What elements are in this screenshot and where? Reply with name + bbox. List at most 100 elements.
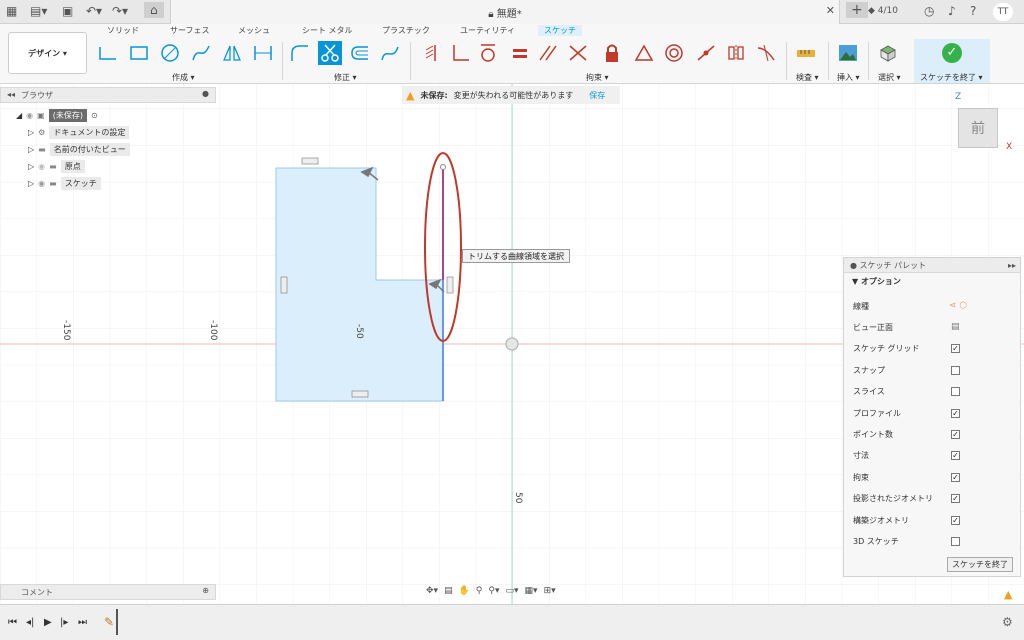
palette-row[interactable]: プロファイル ✓ [853, 406, 1013, 420]
redo-icon[interactable]: ↷▾ [112, 4, 128, 18]
viewcube[interactable]: 前 [958, 108, 998, 148]
circle-tool-icon[interactable] [158, 41, 182, 65]
play-icon[interactable]: ▶ [44, 617, 52, 628]
expand-icon[interactable]: ◢ [16, 111, 22, 120]
tree-item-document-settings[interactable]: ▷ ⚙ ドキュメントの設定 [28, 125, 130, 139]
palette-minimize-icon[interactable]: ● [850, 261, 860, 270]
modify-group-label[interactable]: 修正 ▾ [334, 72, 357, 83]
palette-row[interactable]: 投影されたジオメトリ ✓ [853, 492, 1013, 506]
tab-mesh[interactable]: メッシュ [238, 25, 270, 36]
viewports-icon[interactable]: ⊞▾ [544, 586, 556, 596]
save-icon[interactable]: ▣ [62, 4, 73, 18]
finish-sketch-button[interactable]: スケッチを終了 [947, 557, 1013, 572]
insert-group-label[interactable]: 挿入 ▾ [837, 72, 860, 83]
browser-minimize-icon[interactable]: ● [202, 89, 209, 98]
tab-sheet-metal[interactable]: シート メタル [302, 25, 353, 36]
palette-checkbox[interactable]: ✓ [951, 451, 960, 461]
expand-icon[interactable]: ▷ [28, 179, 34, 188]
palette-checkbox[interactable]: ✓ [951, 494, 960, 504]
tangent-constraint-icon[interactable] [476, 41, 500, 65]
add-comment-icon[interactable]: ⊕ [202, 586, 209, 595]
insert-image-icon[interactable] [836, 41, 860, 65]
document-tab[interactable]: 🔒︎ 無題* ✕ [170, 0, 840, 24]
palette-expand-icon[interactable]: ▸▸ [1008, 261, 1016, 270]
expand-icon[interactable]: ▷ [28, 128, 34, 137]
lock-constraint-icon[interactable] [600, 41, 624, 65]
rectangle-tool-icon[interactable] [127, 41, 151, 65]
spline-tool-icon[interactable] [189, 41, 213, 65]
next-frame-icon[interactable]: |▸ [60, 617, 68, 628]
tree-item-origin[interactable]: ▷ ◉ ▬ 原点 [28, 159, 85, 173]
user-avatar[interactable]: TT [993, 3, 1013, 21]
job-status[interactable]: ◆ 4/10 [868, 6, 898, 16]
origin-point-icon[interactable] [505, 337, 519, 351]
comments-panel[interactable]: コメント ⊕ [0, 584, 216, 600]
active-radio-icon[interactable]: ⊙ [91, 111, 98, 120]
parallel-constraint-icon[interactable] [536, 41, 560, 65]
create-group-label[interactable]: 作成 ▾ [172, 72, 195, 83]
fix-constraint-icon[interactable] [420, 41, 444, 65]
pan-icon[interactable]: ✋ [459, 586, 470, 596]
close-tab-icon[interactable]: ✕ [826, 4, 835, 17]
linetype-icon[interactable]: ⋖ ⬡ [949, 301, 967, 311]
look-at-sketch-icon[interactable]: ▤ [951, 322, 960, 332]
palette-checkbox[interactable]: ✓ [951, 408, 960, 418]
palette-row[interactable]: ビュー正面 ▤ [853, 320, 1013, 334]
palette-checkbox[interactable]: ✓ [951, 472, 960, 482]
save-link[interactable]: 保存 [589, 90, 605, 101]
orbit-icon[interactable]: ✥▾ [426, 586, 438, 596]
notification-icon[interactable]: ♪ [948, 4, 956, 18]
grid-settings-icon[interactable]: ▦▾ [525, 586, 538, 596]
help-icon[interactable]: ? [970, 4, 976, 18]
eye-icon[interactable]: ◉ [38, 179, 45, 188]
browser-header[interactable]: ◂◂ ブラウザ ● [0, 87, 216, 103]
timeline-settings-icon[interactable]: ⚙ [1002, 615, 1013, 629]
palette-checkbox[interactable] [951, 365, 960, 375]
home-icon[interactable]: ⌂ [144, 2, 164, 18]
trim-tool-icon[interactable] [318, 41, 342, 65]
inspect-group-label[interactable]: 検査 ▾ [796, 72, 819, 83]
palette-row[interactable]: 寸法 ✓ [853, 449, 1013, 463]
palette-checkbox[interactable]: ✓ [951, 515, 960, 525]
palette-checkbox[interactable] [951, 387, 960, 397]
zoom-icon[interactable]: ⚲ [476, 586, 483, 596]
fillet-tool-icon[interactable] [288, 41, 312, 65]
palette-row[interactable]: スライス [853, 385, 1013, 399]
vertical-constraint-icon[interactable] [280, 276, 288, 294]
palette-row[interactable]: スケッチ グリッド ✓ [853, 342, 1013, 356]
palette-row[interactable]: スナップ [853, 363, 1013, 377]
equal-constraint-icon[interactable] [508, 41, 532, 65]
timeline-marker[interactable] [116, 609, 118, 635]
options-section[interactable]: ▼ オプション [844, 273, 1020, 289]
undo-icon[interactable]: ↶▾ [86, 4, 102, 18]
collinear-constraint-icon[interactable] [566, 41, 590, 65]
expand-icon[interactable]: ▷ [28, 145, 34, 154]
palette-header[interactable]: ● スケッチ パレット ▸▸ [844, 258, 1020, 273]
vertical-constraint-icon[interactable] [446, 276, 454, 294]
warning-icon[interactable]: ▲ [1004, 588, 1012, 601]
clock-icon[interactable]: ◷ [924, 4, 934, 18]
horizontal-constraint-icon[interactable] [301, 157, 319, 165]
tab-surface[interactable]: サーフェス [170, 25, 210, 36]
palette-checkbox[interactable]: ✓ [951, 429, 960, 439]
dimension-tool-icon[interactable] [251, 41, 275, 65]
sketch-point[interactable] [440, 164, 446, 170]
perpendicular-constraint-icon[interactable] [448, 41, 472, 65]
eye-icon[interactable]: ◉ [26, 111, 33, 120]
concentric-constraint-icon[interactable] [662, 41, 686, 65]
app-grid-icon[interactable]: ▦ [6, 4, 17, 18]
palette-checkbox[interactable] [951, 536, 960, 546]
curvature-constraint-icon[interactable] [754, 41, 778, 65]
palette-row[interactable]: ポイント数 ✓ [853, 427, 1013, 441]
palette-row[interactable]: 3D スケッチ [853, 534, 1013, 548]
measure-tool-icon[interactable] [794, 41, 818, 65]
extend-tool-icon[interactable] [378, 41, 402, 65]
palette-checkbox[interactable]: ✓ [951, 344, 960, 354]
expand-icon[interactable]: ▷ [28, 162, 34, 171]
select-group-label[interactable]: 選択 ▾ [878, 72, 901, 83]
midpoint-constraint-icon[interactable] [694, 41, 718, 65]
tree-item-sketches[interactable]: ▷ ◉ ▬ スケッチ [28, 176, 101, 190]
tree-item-named-views[interactable]: ▷ ▬ 名前の付いたビュー [28, 142, 130, 156]
tab-solid[interactable]: ソリッド [107, 25, 139, 36]
tree-item-root[interactable]: ◢ ◉ ▣ (未保存) ⊙ [16, 108, 98, 122]
